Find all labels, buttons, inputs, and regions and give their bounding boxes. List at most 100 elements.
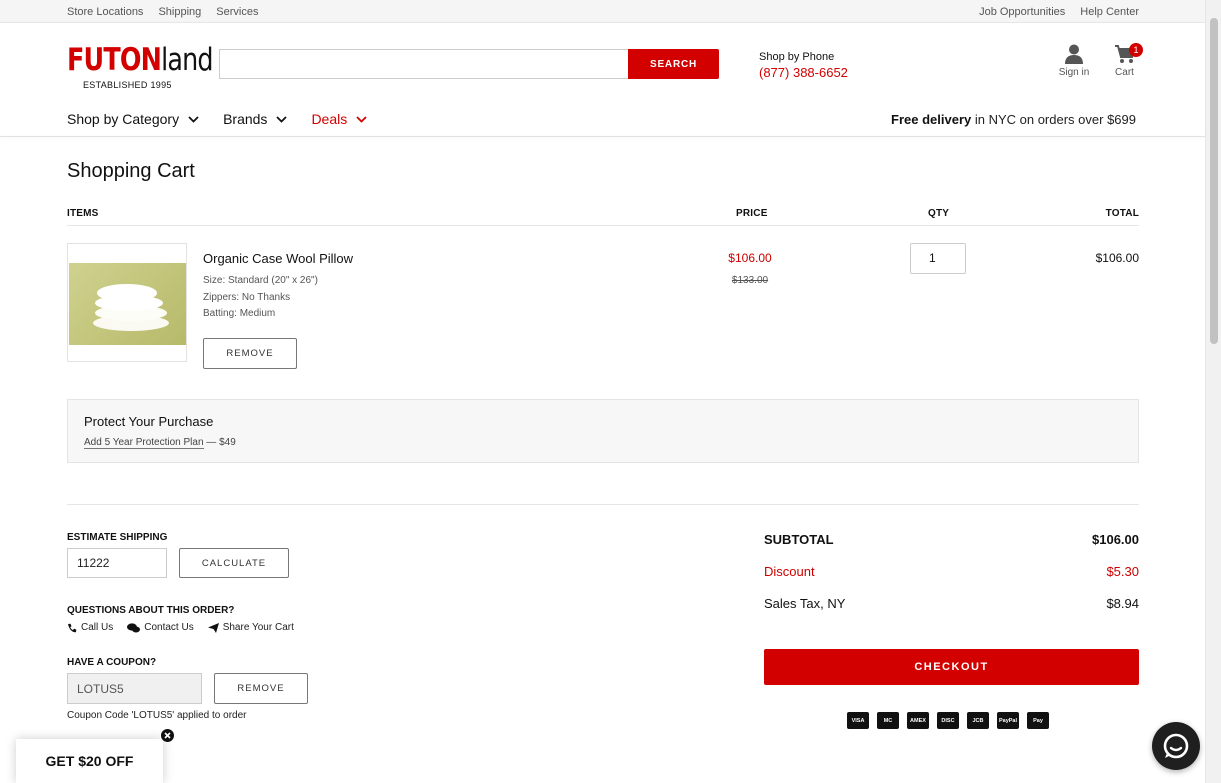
chevron-down-icon xyxy=(276,115,288,123)
free-delivery-text: in NYC on orders over $699 xyxy=(971,112,1136,127)
tax-value: $8.94 xyxy=(1106,596,1139,611)
search-input[interactable] xyxy=(219,49,629,79)
help-center-link[interactable]: Help Center xyxy=(1080,6,1139,18)
page: Store Locations Shipping Services Job Op… xyxy=(0,0,1205,783)
share-cart-link[interactable]: Share Your Cart xyxy=(207,622,294,633)
store-locations-link[interactable]: Store Locations xyxy=(67,6,143,18)
nav-deals[interactable]: Deals xyxy=(311,111,367,127)
product-image xyxy=(69,263,186,345)
call-us-label: Call Us xyxy=(81,622,114,633)
scrollbar-thumb[interactable] xyxy=(1210,18,1218,344)
call-us-link[interactable]: Call Us xyxy=(67,622,113,633)
section-divider xyxy=(67,504,1139,505)
product-spec-batting: Batting: Medium xyxy=(203,308,276,319)
cart-button[interactable]: Cart 1 xyxy=(1112,43,1143,78)
remove-coupon-button[interactable]: REMOVE xyxy=(214,673,308,704)
services-link[interactable]: Services xyxy=(216,6,258,18)
discover-icon: DISC xyxy=(937,712,959,729)
item-original-price: $133.00 xyxy=(731,275,769,286)
paypal-icon: PayPal xyxy=(997,712,1019,729)
product-name[interactable]: Organic Case Wool Pillow xyxy=(203,251,353,266)
promo-tab[interactable]: GET $20 OFF xyxy=(16,739,163,783)
nav-divider xyxy=(0,136,1205,137)
remove-item-button[interactable]: REMOVE xyxy=(203,338,297,369)
quantity-input[interactable]: 1 xyxy=(910,243,966,274)
calculate-button[interactable]: CALCULATE xyxy=(179,548,289,578)
chat-icon xyxy=(1163,733,1189,759)
nav-category-label: Shop by Category xyxy=(67,111,180,127)
phone-label: Shop by Phone xyxy=(759,51,835,63)
phone-number[interactable]: (877) 388-6652 xyxy=(759,65,848,80)
job-opportunities-link[interactable]: Job Opportunities xyxy=(979,6,1065,18)
product-spec-zippers: Zippers: No Thanks xyxy=(203,292,291,303)
visa-icon: VISA xyxy=(847,712,869,729)
help-links: Call Us Contact Us Share Your Cart xyxy=(67,622,294,633)
shipping-link[interactable]: Shipping xyxy=(158,6,201,18)
search-bar: SEARCH xyxy=(219,49,719,79)
pillow-illustration xyxy=(93,284,169,331)
chevron-down-icon xyxy=(188,115,199,123)
amex-icon: AMEX xyxy=(907,712,929,729)
coupon-applied-note: Coupon Code 'LOTUS5' applied to order xyxy=(67,710,247,721)
item-price: $106.00 xyxy=(728,251,772,265)
chevron-down-icon xyxy=(356,115,367,123)
sign-in-button[interactable]: Sign in xyxy=(1058,44,1090,78)
tax-row: Sales Tax, NY $8.94 xyxy=(764,596,1139,611)
nav-shop-by-category[interactable]: Shop by Category xyxy=(67,111,199,127)
add-protection-link[interactable]: Add 5 Year Protection Plan xyxy=(84,437,204,449)
jcb-icon: JCB xyxy=(967,712,989,729)
main-nav: Shop by Category Brands Deals xyxy=(67,111,391,127)
header-qty: QTY xyxy=(928,208,950,219)
protection-plan-box: Protect Your Purchase Add 5 Year Protect… xyxy=(67,399,1139,463)
header-total: TOTAL xyxy=(1105,208,1139,219)
contact-us-label: Contact Us xyxy=(144,622,194,633)
coupon-input[interactable]: LOTUS5 xyxy=(67,673,202,704)
estimate-shipping-label: ESTIMATE SHIPPING xyxy=(67,532,168,543)
payment-methods: VISA MC AMEX DISC JCB PayPal Pay xyxy=(847,712,1049,729)
chat-widget-button[interactable] xyxy=(1152,722,1200,770)
checkout-button[interactable]: CHECKOUT xyxy=(764,649,1139,685)
tax-label: Sales Tax, NY xyxy=(764,596,846,611)
close-icon xyxy=(164,732,171,739)
free-delivery-banner: Free delivery in NYC on orders over $699 xyxy=(891,112,1136,127)
header-price: PRICE xyxy=(736,208,768,219)
contact-us-link[interactable]: Contact Us xyxy=(127,622,194,633)
subtotal-value: $106.00 xyxy=(1092,532,1139,547)
page-scrollbar[interactable] xyxy=(1205,0,1221,783)
user-icon xyxy=(1065,44,1083,64)
apple-pay-icon: Pay xyxy=(1027,712,1049,729)
nav-brands-label: Brands xyxy=(223,111,268,127)
mastercard-icon: MC xyxy=(877,712,899,729)
header-divider xyxy=(67,225,1139,226)
logo[interactable]: FUTONland ESTABLISHED 1995 xyxy=(67,42,214,94)
questions-label: QUESTIONS ABOUT THIS ORDER? xyxy=(67,605,235,616)
phone-icon xyxy=(68,623,77,632)
page-title: Shopping Cart xyxy=(67,160,195,182)
paper-plane-icon xyxy=(207,622,219,633)
free-delivery-bold: Free delivery xyxy=(891,112,972,127)
chat-bubbles-icon xyxy=(127,622,141,632)
protection-price: — $49 xyxy=(203,437,236,448)
nav-brands[interactable]: Brands xyxy=(223,111,288,127)
logo-word-red: FUTON xyxy=(67,42,162,78)
cart-label: Cart xyxy=(1115,67,1134,78)
product-spec-size: Size: Standard (20" x 26") xyxy=(203,275,318,286)
search-button[interactable]: SEARCH xyxy=(628,49,719,79)
item-total: $106.00 xyxy=(1095,251,1139,265)
subtotal-label: SUBTOTAL xyxy=(764,532,834,547)
product-thumbnail[interactable] xyxy=(67,243,187,362)
share-cart-label: Share Your Cart xyxy=(222,622,294,633)
discount-value: $5.30 xyxy=(1106,564,1139,579)
cart-count-badge: 1 xyxy=(1129,43,1143,57)
shop-by-phone: Shop by Phone (877) 388-6652 xyxy=(759,51,848,80)
nav-deals-label: Deals xyxy=(311,111,348,127)
coupon-label: HAVE A COUPON? xyxy=(67,657,157,668)
subtotal-row: SUBTOTAL $106.00 xyxy=(764,532,1139,547)
zip-input[interactable]: 11222 xyxy=(67,548,167,578)
discount-label: Discount xyxy=(764,564,815,579)
utility-bar: Store Locations Shipping Services Job Op… xyxy=(0,0,1205,23)
close-promo-button[interactable] xyxy=(160,728,175,743)
header-items: ITEMS xyxy=(67,208,99,219)
sign-in-label: Sign in xyxy=(1058,67,1090,78)
logo-tagline: ESTABLISHED 1995 xyxy=(83,80,172,90)
